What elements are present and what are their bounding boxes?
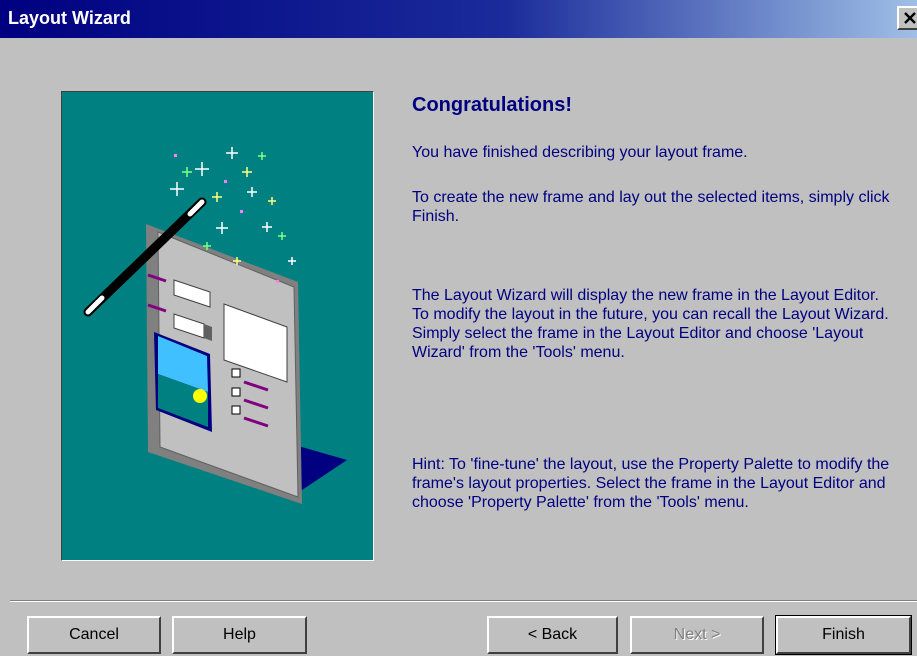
- finish-button[interactable]: Finish: [775, 615, 912, 655]
- help-button[interactable]: Help: [172, 616, 307, 654]
- cancel-button[interactable]: Cancel: [27, 616, 161, 654]
- magic-wand-illustration-icon: [83, 147, 347, 504]
- paragraph-finished: You have finished describing your layout…: [412, 144, 748, 161]
- title-bar: Layout Wizard: [0, 0, 917, 38]
- window-title: Layout Wizard: [8, 8, 131, 28]
- next-button[interactable]: Next >: [630, 616, 764, 654]
- wizard-illustration: [61, 91, 374, 561]
- close-icon: [904, 12, 916, 24]
- close-button[interactable]: [897, 6, 917, 30]
- back-button[interactable]: < Back: [487, 616, 618, 654]
- heading: Congratulations!: [412, 94, 572, 116]
- separator: [10, 600, 917, 602]
- paragraph-hint: Hint: To 'fine-tune' the layout, use the…: [412, 456, 890, 511]
- paragraph-create: To create the new frame and lay out the …: [412, 189, 890, 225]
- paragraph-layout-editor: The Layout Wizard will display the new f…: [412, 287, 889, 361]
